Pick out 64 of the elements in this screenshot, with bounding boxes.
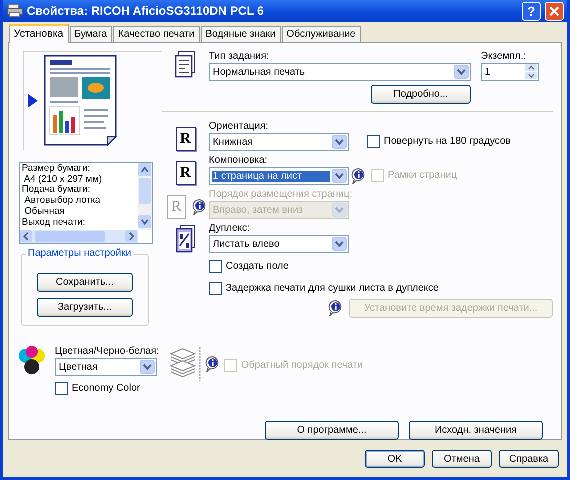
checkbox-label: Задержка печати для сушки листа в дуплексе bbox=[226, 283, 439, 294]
dropdown[interactable]: Листать влево bbox=[209, 235, 349, 253]
dropdown[interactable]: Цветная bbox=[55, 358, 157, 376]
field-label: Ориентация: bbox=[209, 121, 270, 133]
field-label: Экземпл.: bbox=[481, 51, 528, 63]
tab[interactable]: Бумага bbox=[70, 26, 112, 42]
caret-icon bbox=[332, 135, 347, 149]
caret-icon bbox=[332, 203, 347, 217]
button[interactable]: Справка bbox=[499, 450, 559, 468]
button[interactable]: Подробно... bbox=[371, 85, 471, 104]
field-label: Цветная/Черно-белая: bbox=[55, 346, 160, 358]
spin-arrows-icon bbox=[525, 64, 538, 80]
checkbox[interactable] bbox=[209, 260, 222, 273]
printer-icon bbox=[7, 4, 23, 18]
field-label: Дуплекс: bbox=[209, 223, 252, 235]
checkbox[interactable] bbox=[209, 282, 222, 295]
field-label: Компоновка: bbox=[209, 155, 269, 167]
list-line: Обычная bbox=[24, 206, 66, 218]
list-line: Подача бумаги: bbox=[22, 185, 92, 196]
number-field[interactable]: 1 bbox=[481, 63, 539, 81]
group-title: Параметры настройки bbox=[26, 248, 134, 259]
button[interactable]: Сохранить... bbox=[37, 273, 133, 292]
checkbox-label: Рамки страниц bbox=[388, 170, 458, 181]
page-icon: R bbox=[167, 195, 186, 219]
checkbox-label: Создать поле bbox=[226, 261, 289, 272]
list-line: Размер бумаги: bbox=[22, 164, 92, 175]
checkbox-label: Повернуть на 180 градусов bbox=[384, 136, 511, 147]
checkbox[interactable] bbox=[55, 382, 68, 395]
vertical-scrollbar bbox=[138, 163, 152, 229]
caret-icon bbox=[332, 169, 347, 183]
help-button[interactable]: ? bbox=[522, 2, 541, 20]
caret-icon bbox=[454, 65, 469, 79]
dropdown[interactable]: Книжная bbox=[209, 133, 349, 151]
dropdown[interactable]: 1 страница на лист bbox=[209, 167, 349, 185]
list-line: Автовыбор лотка bbox=[24, 196, 102, 207]
checkbox-label: Economy Color bbox=[72, 383, 140, 394]
page-icon: R bbox=[176, 161, 196, 185]
caret-icon bbox=[140, 360, 155, 374]
window-title: Свойства: RICOH AficioSG3110DN PCL 6 bbox=[27, 4, 266, 18]
page-icon: R bbox=[176, 127, 196, 151]
tab[interactable]: Качество печати bbox=[113, 26, 200, 42]
tab[interactable]: Обслуживание bbox=[282, 26, 361, 42]
caret-icon bbox=[332, 237, 347, 251]
button[interactable]: Исходн. значения bbox=[409, 421, 543, 440]
button[interactable]: OK bbox=[365, 450, 425, 468]
checkbox[interactable] bbox=[367, 135, 380, 148]
field-label: Порядок размещения страниц: bbox=[209, 189, 352, 201]
list-line: Выход печати: bbox=[22, 218, 86, 228]
tab[interactable]: Установка bbox=[9, 24, 69, 43]
field-label: Тип задания: bbox=[209, 51, 270, 63]
color-circles-icon bbox=[17, 346, 47, 376]
button[interactable]: Отмена bbox=[432, 450, 492, 468]
pointer-icon bbox=[28, 94, 38, 108]
documents-icon bbox=[174, 51, 196, 79]
dropdown[interactable]: Нормальная печать bbox=[209, 63, 471, 81]
checkbox-label: Обратный порядок печати bbox=[241, 360, 364, 371]
close-button[interactable] bbox=[545, 2, 564, 20]
tab[interactable]: Водяные знаки bbox=[200, 26, 281, 42]
close-icon bbox=[549, 6, 560, 16]
button[interactable]: Загрузить... bbox=[37, 298, 133, 317]
duplex-pages-icon bbox=[176, 225, 196, 253]
paper-stack-icon bbox=[169, 346, 204, 382]
list-line: A4 (210 x 297 мм) bbox=[23, 174, 104, 185]
button[interactable]: О программе... bbox=[265, 421, 399, 440]
